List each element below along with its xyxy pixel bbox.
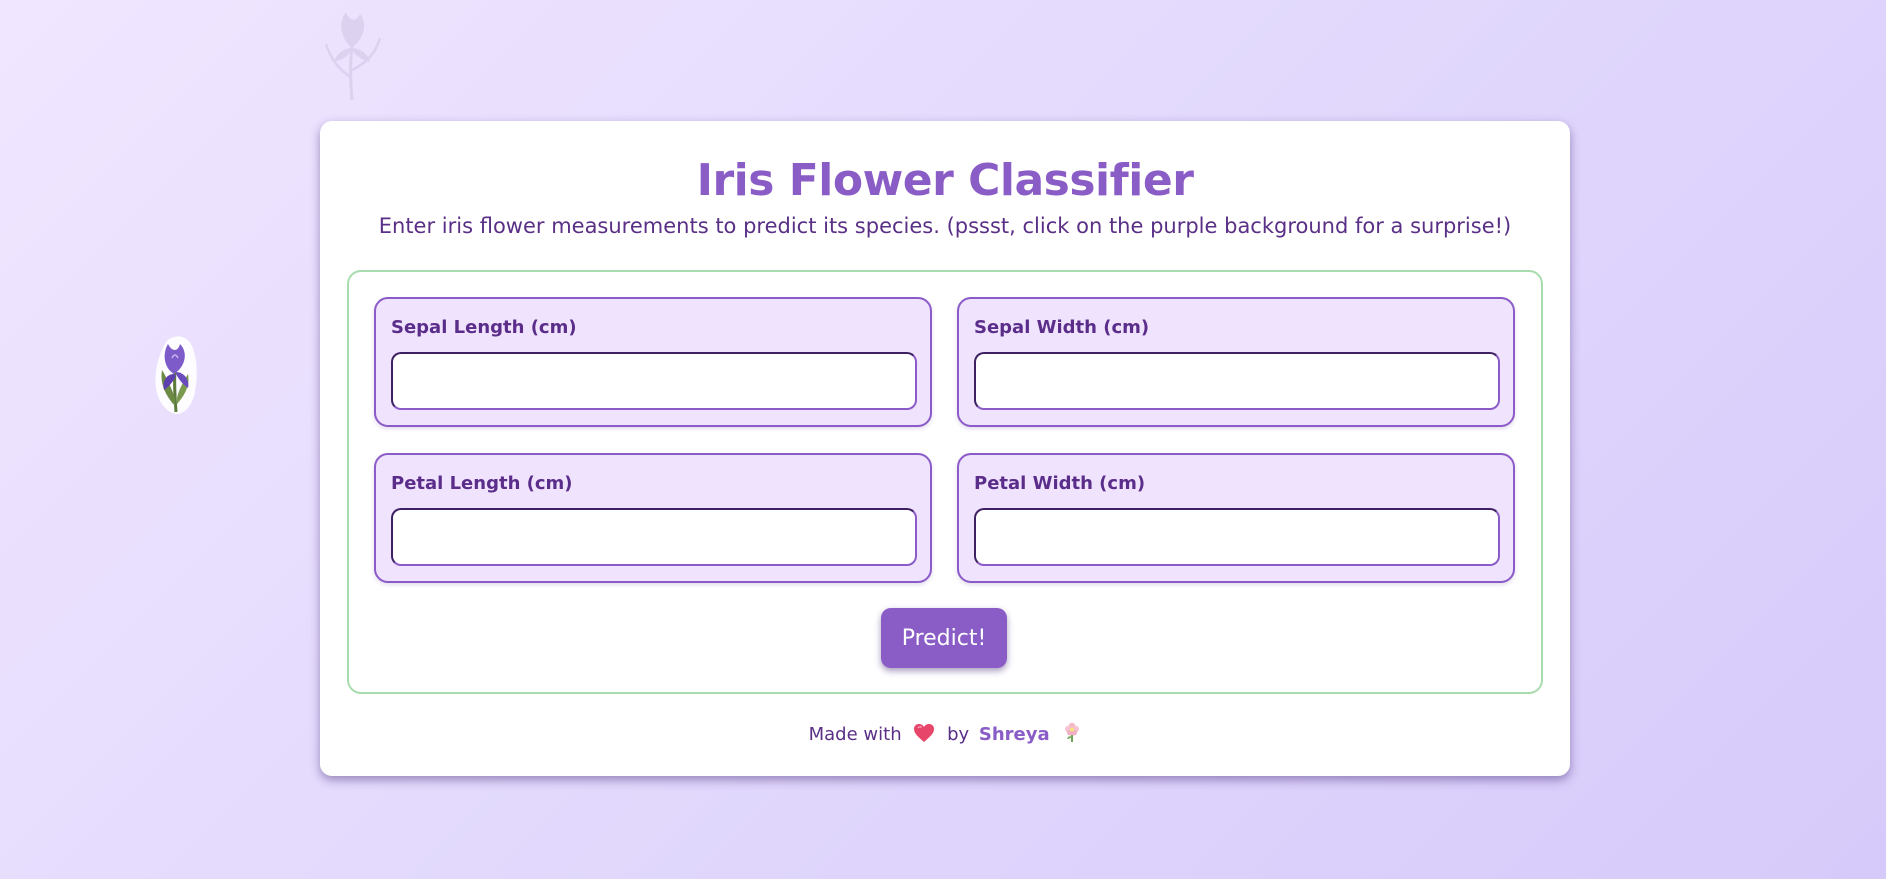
sepal-width-input[interactable]	[974, 352, 1500, 410]
blossom-icon	[1065, 722, 1080, 742]
petal-length-field: Petal Length (cm)	[374, 453, 932, 583]
footer: Made with by Shreya	[320, 721, 1570, 745]
predict-button[interactable]: Predict!	[881, 608, 1007, 668]
sepal-length-field: Sepal Length (cm)	[374, 297, 932, 427]
petal-length-input[interactable]	[391, 508, 917, 566]
sepal-length-input[interactable]	[391, 352, 917, 410]
iris-flower-faded-icon	[324, 12, 382, 101]
footer-by: by	[947, 724, 970, 745]
sepal-width-field: Sepal Width (cm)	[957, 297, 1515, 427]
footer-made-with: Made with	[808, 724, 902, 745]
page-subtitle: Enter iris flower measurements to predic…	[378, 214, 1512, 238]
petal-width-input[interactable]	[974, 508, 1500, 566]
sepal-width-label: Sepal Width (cm)	[974, 317, 1150, 338]
heart-icon	[914, 724, 935, 742]
iris-flower-icon[interactable]	[150, 332, 202, 416]
page-title: Iris Flower Classifier	[696, 155, 1194, 206]
sepal-length-label: Sepal Length (cm)	[391, 317, 577, 338]
petal-width-label: Petal Width (cm)	[974, 473, 1146, 494]
author-link[interactable]: Shreya	[979, 724, 1050, 745]
measurement-form: Sepal Length (cm) Sepal Width (cm) Petal…	[347, 270, 1543, 694]
petal-length-label: Petal Length (cm)	[391, 473, 573, 494]
classifier-card: Iris Flower Classifier Enter iris flower…	[320, 121, 1570, 776]
petal-width-field: Petal Width (cm)	[957, 453, 1515, 583]
